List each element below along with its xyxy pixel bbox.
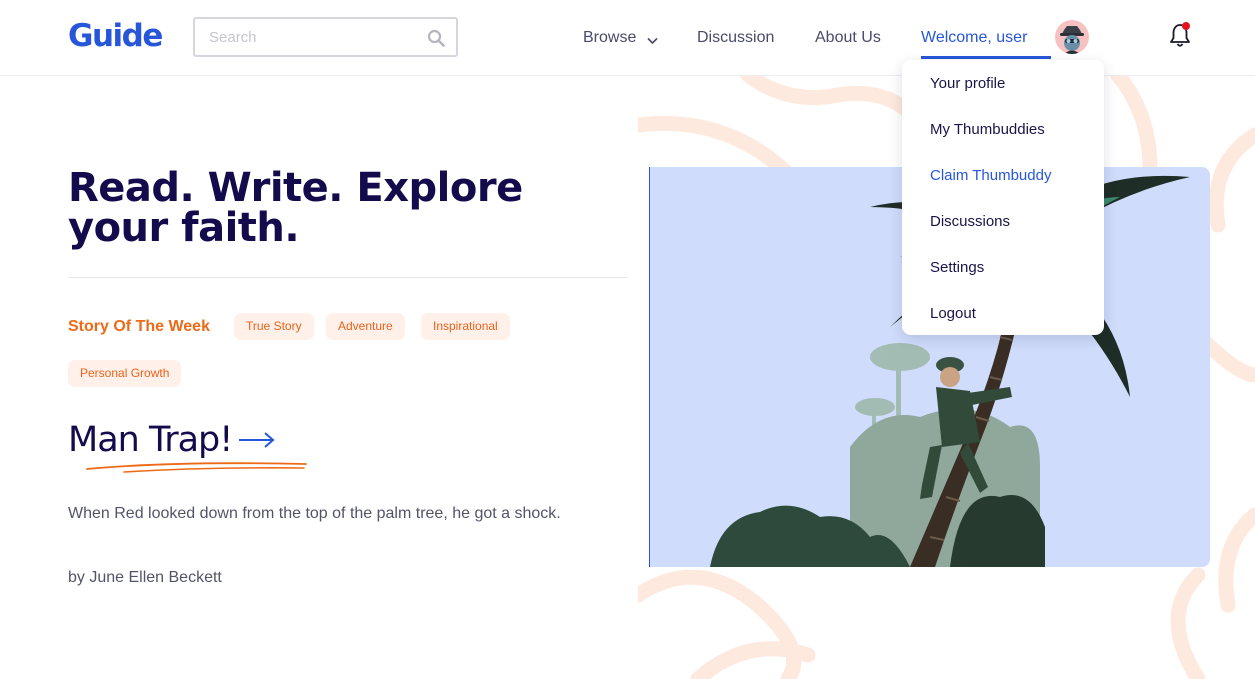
story-title-link[interactable]: Man Trap! bbox=[68, 420, 233, 460]
menu-item-your-profile[interactable]: Your profile bbox=[930, 75, 1005, 92]
avatar-icon[interactable] bbox=[1055, 20, 1089, 54]
nav-about-us[interactable]: About Us bbox=[815, 29, 881, 47]
story-excerpt: When Red looked down from the top of the… bbox=[68, 505, 561, 522]
active-nav-indicator bbox=[921, 56, 1051, 59]
nav-welcome-user[interactable]: Welcome, user bbox=[921, 29, 1027, 47]
hero-headline: Read. Write. Explore your faith. bbox=[68, 165, 523, 251]
search-input[interactable] bbox=[207, 28, 411, 47]
menu-item-claim-thumbuddy[interactable]: Claim Thumbuddy bbox=[930, 167, 1051, 184]
tag-personal-growth[interactable]: Personal Growth bbox=[68, 360, 182, 387]
logo[interactable]: Guide bbox=[68, 18, 163, 54]
nav-discussion[interactable]: Discussion bbox=[697, 29, 774, 47]
chevron-down-icon bbox=[647, 32, 658, 50]
title-underline-scribble bbox=[86, 462, 307, 473]
search-icon[interactable] bbox=[427, 29, 445, 52]
search-box[interactable] bbox=[193, 17, 458, 57]
menu-item-settings[interactable]: Settings bbox=[930, 259, 984, 276]
menu-item-my-thumbuddies[interactable]: My Thumbuddies bbox=[930, 121, 1045, 138]
tag-adventure[interactable]: Adventure bbox=[326, 313, 405, 340]
notification-dot bbox=[1182, 22, 1190, 30]
nav-browse-label: Browse bbox=[583, 29, 637, 46]
nav-browse[interactable]: Browse bbox=[583, 29, 658, 47]
tag-inspirational[interactable]: Inspirational bbox=[421, 313, 510, 340]
story-of-week-label: Story Of The Week bbox=[68, 318, 210, 335]
menu-item-logout[interactable]: Logout bbox=[930, 305, 976, 322]
divider bbox=[68, 277, 628, 278]
arrow-right-icon[interactable] bbox=[238, 430, 276, 455]
menu-item-discussions[interactable]: Discussions bbox=[930, 213, 1010, 230]
tag-true-story[interactable]: True Story bbox=[234, 313, 314, 340]
story-author: by June Ellen Beckett bbox=[68, 569, 222, 586]
user-dropdown-menu: Your profile My Thumbuddies Claim Thumbu… bbox=[902, 60, 1104, 335]
